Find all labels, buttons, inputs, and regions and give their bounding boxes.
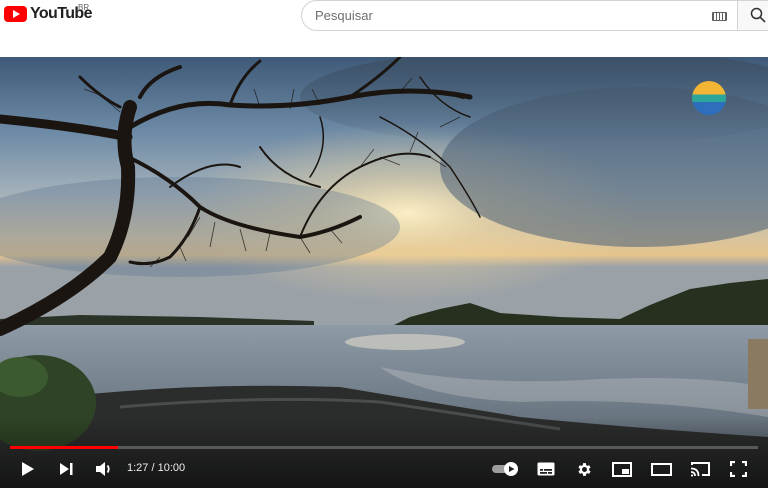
fullscreen-button[interactable] xyxy=(727,458,749,480)
masthead: YouTube BR Pesquisar xyxy=(0,0,768,56)
cast-button[interactable] xyxy=(688,458,712,480)
autoplay-toggle[interactable] xyxy=(490,458,522,480)
volume-icon xyxy=(96,462,110,476)
miniplayer-icon xyxy=(612,461,632,477)
autoplay-toggle-icon xyxy=(492,462,518,476)
video-player[interactable]: 1:27 / 10:00 xyxy=(0,57,768,488)
play-button[interactable] xyxy=(17,458,39,480)
youtube-play-logo-icon xyxy=(4,6,27,22)
progress-bar-played xyxy=(10,446,118,449)
subtitles-button[interactable] xyxy=(535,458,557,480)
gear-icon xyxy=(577,462,591,476)
cast-icon xyxy=(690,462,710,477)
progress-bar[interactable] xyxy=(10,446,758,449)
search-icon xyxy=(750,7,766,23)
theater-mode-button[interactable] xyxy=(649,458,673,480)
next-button[interactable] xyxy=(55,458,77,480)
play-icon xyxy=(22,462,34,476)
time-display: 1:27 / 10:00 xyxy=(127,462,186,474)
volume-button[interactable] xyxy=(93,458,115,480)
theater-mode-icon xyxy=(650,462,672,476)
miniplayer-button[interactable] xyxy=(611,458,633,480)
next-icon xyxy=(60,463,73,475)
fullscreen-icon xyxy=(729,461,747,477)
channel-watermark-logo[interactable] xyxy=(692,81,726,115)
subtitles-icon xyxy=(537,462,555,476)
search-placeholder: Pesquisar xyxy=(315,8,373,23)
search-input[interactable]: Pesquisar xyxy=(301,0,737,31)
keyboard-icon[interactable] xyxy=(712,12,727,21)
search-button[interactable] xyxy=(737,0,768,31)
country-code: BR xyxy=(78,3,90,12)
settings-button[interactable] xyxy=(573,458,595,480)
